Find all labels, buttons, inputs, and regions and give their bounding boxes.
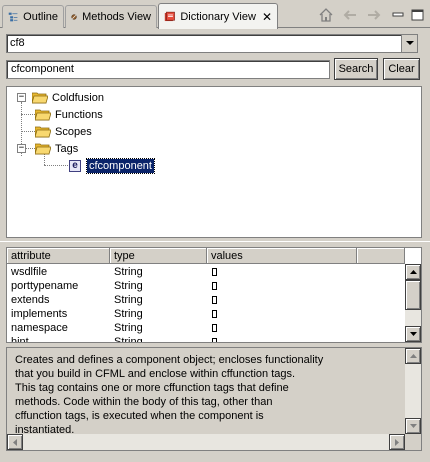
scroll-left-button[interactable] bbox=[7, 434, 23, 450]
value-placeholder bbox=[212, 310, 217, 318]
scroll-right-button[interactable] bbox=[389, 434, 405, 450]
tree-node-label: Coldfusion bbox=[52, 91, 104, 104]
dictionary-select-value: cf8 bbox=[10, 37, 25, 49]
table-row[interactable]: implements String bbox=[7, 307, 405, 321]
arrow-right-icon bbox=[395, 438, 399, 446]
table-row[interactable]: wsdlfile String bbox=[7, 265, 405, 279]
scroll-up-button[interactable] bbox=[405, 264, 421, 280]
dictionary-select[interactable]: cf8 bbox=[6, 34, 418, 53]
close-icon[interactable]: ✕ bbox=[262, 11, 272, 23]
scroll-up-button[interactable] bbox=[405, 348, 421, 364]
table-row[interactable]: porttypename String bbox=[7, 279, 405, 293]
column-header-type[interactable]: type bbox=[110, 248, 207, 264]
table-row[interactable]: hint String bbox=[7, 335, 405, 342]
description-text: Creates and defines a component object; … bbox=[15, 354, 324, 436]
splitter[interactable] bbox=[0, 241, 430, 246]
tree-connector bbox=[44, 165, 68, 166]
tree-node-label-selected: cfcomponent bbox=[86, 157, 155, 174]
arrow-down-icon bbox=[409, 424, 417, 428]
folder-icon bbox=[35, 126, 51, 137]
tree-connector bbox=[21, 131, 35, 132]
arrow-left-icon bbox=[13, 438, 17, 446]
tree-node-functions[interactable]: Functions bbox=[35, 106, 103, 123]
tag-element-icon: e bbox=[69, 159, 81, 172]
folder-icon bbox=[35, 109, 51, 120]
tab-methods-view[interactable]: Methods View bbox=[65, 5, 157, 28]
chevron-down-icon bbox=[405, 41, 414, 45]
clear-button[interactable]: Clear bbox=[383, 58, 420, 80]
collapse-icon[interactable]: − bbox=[17, 144, 26, 153]
maximize-icon[interactable] bbox=[410, 8, 426, 22]
value-placeholder bbox=[212, 324, 217, 332]
tab-label: Outline bbox=[23, 11, 58, 23]
clear-button-label: Clear bbox=[388, 63, 415, 75]
value-placeholder bbox=[212, 338, 217, 342]
value-placeholder bbox=[212, 282, 217, 290]
description-hscroll[interactable] bbox=[7, 434, 405, 450]
tree-node-scopes[interactable]: Scopes bbox=[35, 123, 92, 140]
collapse-icon[interactable]: − bbox=[17, 93, 26, 102]
tab-label: Methods View bbox=[82, 11, 151, 23]
table-row[interactable]: namespace String bbox=[7, 321, 405, 335]
outline-icon bbox=[8, 12, 18, 22]
value-placeholder bbox=[212, 268, 217, 276]
forward-arrow-icon[interactable] bbox=[366, 8, 382, 22]
search-button[interactable]: Search bbox=[334, 58, 378, 80]
dropdown-button[interactable] bbox=[401, 35, 417, 52]
tab-outline[interactable]: Outline bbox=[2, 5, 64, 28]
description-vscroll[interactable] bbox=[405, 348, 421, 434]
column-header-attribute[interactable]: attribute bbox=[7, 248, 110, 264]
view-tab-bar: Outline Methods View Dictionary View ✕ bbox=[0, 0, 430, 29]
scroll-thumb[interactable] bbox=[405, 280, 421, 310]
search-input[interactable]: cfcomponent bbox=[6, 60, 330, 79]
tab-dictionary-view[interactable]: Dictionary View ✕ bbox=[158, 3, 278, 29]
tree-node-coldfusion[interactable]: − Coldfusion bbox=[17, 89, 104, 106]
column-header-filler bbox=[357, 248, 405, 264]
arrow-up-icon bbox=[409, 270, 417, 274]
folder-open-icon bbox=[32, 92, 48, 103]
methods-icon bbox=[71, 14, 77, 20]
back-arrow-icon[interactable] bbox=[342, 8, 358, 22]
column-header-values[interactable]: values bbox=[207, 248, 357, 264]
scroll-down-button[interactable] bbox=[405, 326, 421, 342]
minimize-icon[interactable] bbox=[390, 8, 406, 22]
tree-node-tags[interactable]: − Tags bbox=[17, 140, 78, 157]
tree-node-label: Tags bbox=[55, 142, 79, 155]
description-panel: Creates and defines a component object; … bbox=[6, 347, 422, 451]
tree-connector bbox=[21, 114, 35, 115]
tab-label: Dictionary View bbox=[180, 10, 256, 23]
table-scrollbar[interactable] bbox=[405, 264, 421, 342]
arrow-up-icon bbox=[409, 354, 417, 358]
home-icon[interactable] bbox=[318, 8, 334, 22]
dictionary-tree: − Coldfusion Functions Scopes − Tags e c… bbox=[6, 86, 422, 238]
search-button-label: Search bbox=[338, 63, 374, 75]
value-placeholder bbox=[212, 296, 217, 304]
dictionary-icon bbox=[164, 11, 175, 21]
tree-node-label: Scopes bbox=[55, 125, 92, 138]
arrow-down-icon bbox=[409, 332, 417, 336]
scroll-down-button[interactable] bbox=[405, 418, 421, 434]
table-row[interactable]: extends String bbox=[7, 293, 405, 307]
folder-open-icon bbox=[35, 143, 51, 154]
search-input-value: cfcomponent bbox=[11, 63, 74, 75]
attributes-table: attribute type values wsdlfile String po… bbox=[6, 247, 422, 343]
tree-node-cfcomponent[interactable]: e cfcomponent bbox=[69, 157, 155, 174]
scroll-corner bbox=[405, 434, 421, 450]
tree-node-label: Functions bbox=[55, 108, 103, 121]
